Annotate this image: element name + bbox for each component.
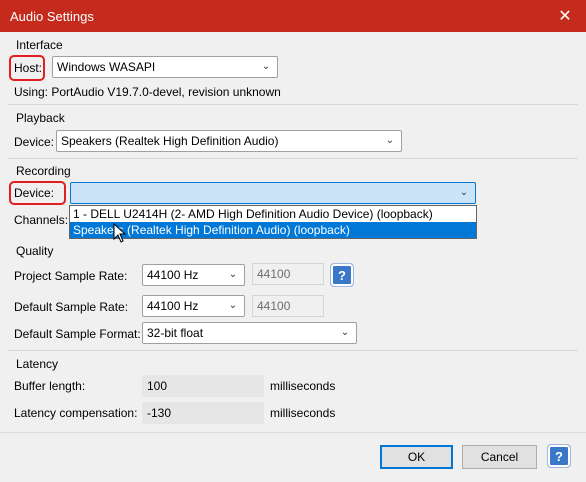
- recording-group-label: Recording: [16, 164, 71, 178]
- host-label: Host:: [14, 61, 43, 75]
- question-icon: ?: [333, 266, 351, 284]
- recording-device-dropdown-list: 1 - DELL U2414H (2- AMD High Definition …: [69, 205, 477, 239]
- chevron-down-icon: ⌄: [340, 327, 350, 338]
- default-rate-custom-field: 44100: [252, 295, 324, 317]
- latency-compensation-label: Latency compensation:: [14, 406, 138, 420]
- buffer-length-input[interactable]: 100: [142, 375, 264, 397]
- channels-label: Channels:: [14, 213, 69, 227]
- default-rate-value: 44100 Hz: [147, 299, 199, 313]
- divider: [8, 350, 578, 351]
- quality-group-label: Quality: [16, 244, 54, 258]
- latency-compensation-input[interactable]: -130: [142, 402, 264, 424]
- chevron-down-icon: ⌄: [228, 300, 238, 311]
- chevron-down-icon: ⌄: [228, 269, 238, 280]
- compensation-unit-label: milliseconds: [270, 406, 336, 420]
- project-rate-label: Project Sample Rate:: [14, 269, 128, 283]
- buffer-unit-label: milliseconds: [270, 379, 336, 393]
- playback-device-label: Device:: [14, 135, 55, 149]
- chevron-down-icon: ⌄: [261, 61, 271, 72]
- window-title: Audio Settings: [10, 9, 94, 24]
- close-button[interactable]: ✕: [544, 0, 586, 32]
- chevron-down-icon: ⌄: [459, 187, 469, 198]
- title-bar: Audio Settings ✕: [0, 0, 586, 32]
- close-icon: ✕: [558, 8, 572, 25]
- project-rate-value: 44100 Hz: [147, 268, 199, 282]
- dropdown-option-selected[interactable]: Speakers (Realtek High Definition Audio)…: [70, 222, 476, 238]
- interface-group-label: Interface: [16, 38, 63, 52]
- question-icon: ?: [550, 447, 568, 465]
- project-rate-combo[interactable]: 44100 Hz ⌄: [142, 264, 245, 286]
- ok-button[interactable]: OK: [380, 445, 453, 469]
- host-combo[interactable]: Windows WASAPI ⌄: [52, 56, 278, 78]
- dialog-help-button[interactable]: ?: [547, 444, 571, 468]
- sample-format-label: Default Sample Format:: [14, 327, 141, 341]
- default-rate-combo[interactable]: 44100 Hz ⌄: [142, 295, 245, 317]
- divider: [8, 104, 578, 105]
- recording-device-combo[interactable]: ⌄: [70, 182, 476, 204]
- playback-device-combo[interactable]: Speakers (Realtek High Definition Audio)…: [56, 130, 402, 152]
- sample-format-value: 32-bit float: [147, 326, 204, 340]
- project-rate-custom-field: 44100: [252, 263, 324, 285]
- chevron-down-icon: ⌄: [385, 135, 395, 146]
- playback-device-value: Speakers (Realtek High Definition Audio): [61, 134, 279, 148]
- mouse-cursor-icon: [113, 223, 127, 243]
- buffer-length-label: Buffer length:: [14, 379, 86, 393]
- default-rate-label: Default Sample Rate:: [14, 300, 129, 314]
- divider: [8, 158, 578, 159]
- recording-device-label: Device:: [14, 186, 55, 200]
- cancel-button[interactable]: Cancel: [462, 445, 537, 469]
- portaudio-version-text: Using: PortAudio V19.7.0-devel, revision…: [14, 85, 281, 99]
- sample-format-combo[interactable]: 32-bit float ⌄: [142, 322, 357, 344]
- latency-group-label: Latency: [16, 357, 59, 371]
- playback-group-label: Playback: [16, 111, 65, 125]
- rate-help-button[interactable]: ?: [330, 263, 354, 287]
- dropdown-option[interactable]: 1 - DELL U2414H (2- AMD High Definition …: [70, 206, 476, 222]
- footer-divider: [0, 432, 586, 433]
- host-value: Windows WASAPI: [57, 60, 156, 74]
